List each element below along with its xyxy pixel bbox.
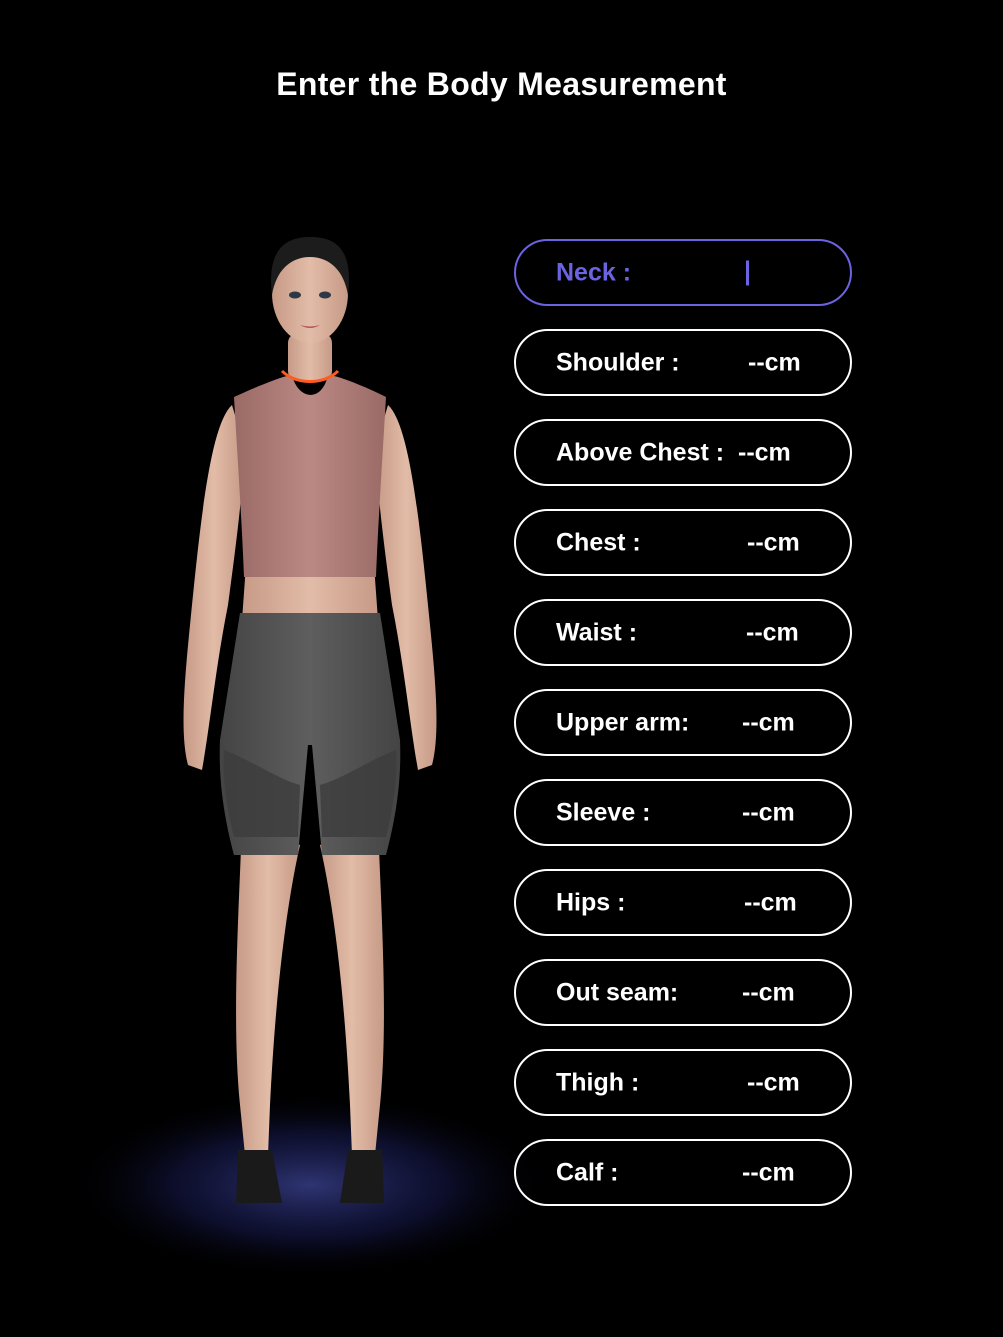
upper-arm-label: Upper arm: <box>556 708 690 736</box>
sleeve-value: --cm <box>742 798 795 826</box>
above-chest-value: --cm <box>738 438 791 466</box>
upper-arm-value: --cm <box>742 708 795 736</box>
calf-value: --cm <box>742 1158 795 1186</box>
sleeve-field[interactable]: Sleeve : --cm <box>514 779 852 846</box>
left-eye <box>289 291 301 299</box>
calf-label: Calf : <box>556 1158 619 1186</box>
thigh-field[interactable]: Thigh : --cm <box>514 1049 852 1116</box>
above-chest-field[interactable]: Above Chest : --cm <box>514 419 852 486</box>
hips-label: Hips : <box>556 888 626 916</box>
waist-value: --cm <box>746 618 799 646</box>
calf-field[interactable]: Calf : --cm <box>514 1139 852 1206</box>
waist-field[interactable]: Waist : --cm <box>514 599 852 666</box>
thigh-label: Thigh : <box>556 1068 640 1096</box>
above-chest-label: Above Chest : <box>556 438 725 466</box>
hips-field[interactable]: Hips : --cm <box>514 869 852 936</box>
upper-arm-field[interactable]: Upper arm: --cm <box>514 689 852 756</box>
thigh-value: --cm <box>747 1068 800 1096</box>
out-seam-field[interactable]: Out seam: --cm <box>514 959 852 1026</box>
hips-value: --cm <box>744 888 797 916</box>
neck-label: Neck : <box>556 258 632 286</box>
page-title: Enter the Body Measurement <box>276 66 727 102</box>
shoulder-value: --cm <box>748 348 801 376</box>
chest-label: Chest : <box>556 528 641 556</box>
waist-label: Waist : <box>556 618 638 646</box>
neck-field[interactable]: Neck : <box>514 239 852 306</box>
out-seam-label: Out seam: <box>556 978 679 1006</box>
sleeve-label: Sleeve : <box>556 798 651 826</box>
shoulder-field[interactable]: Shoulder : --cm <box>514 329 852 396</box>
floor-glow <box>65 1090 555 1280</box>
shoulder-label: Shoulder : <box>556 348 680 376</box>
chest-field[interactable]: Chest : --cm <box>514 509 852 576</box>
measurement-form: Neck : Shoulder : --cm Above Chest : --c… <box>514 239 852 1229</box>
body-model-figure <box>60 225 560 1305</box>
text-cursor <box>746 260 749 285</box>
crop-top <box>234 375 386 577</box>
right-eye <box>319 291 331 299</box>
chest-value: --cm <box>747 528 800 556</box>
out-seam-value: --cm <box>742 978 795 1006</box>
